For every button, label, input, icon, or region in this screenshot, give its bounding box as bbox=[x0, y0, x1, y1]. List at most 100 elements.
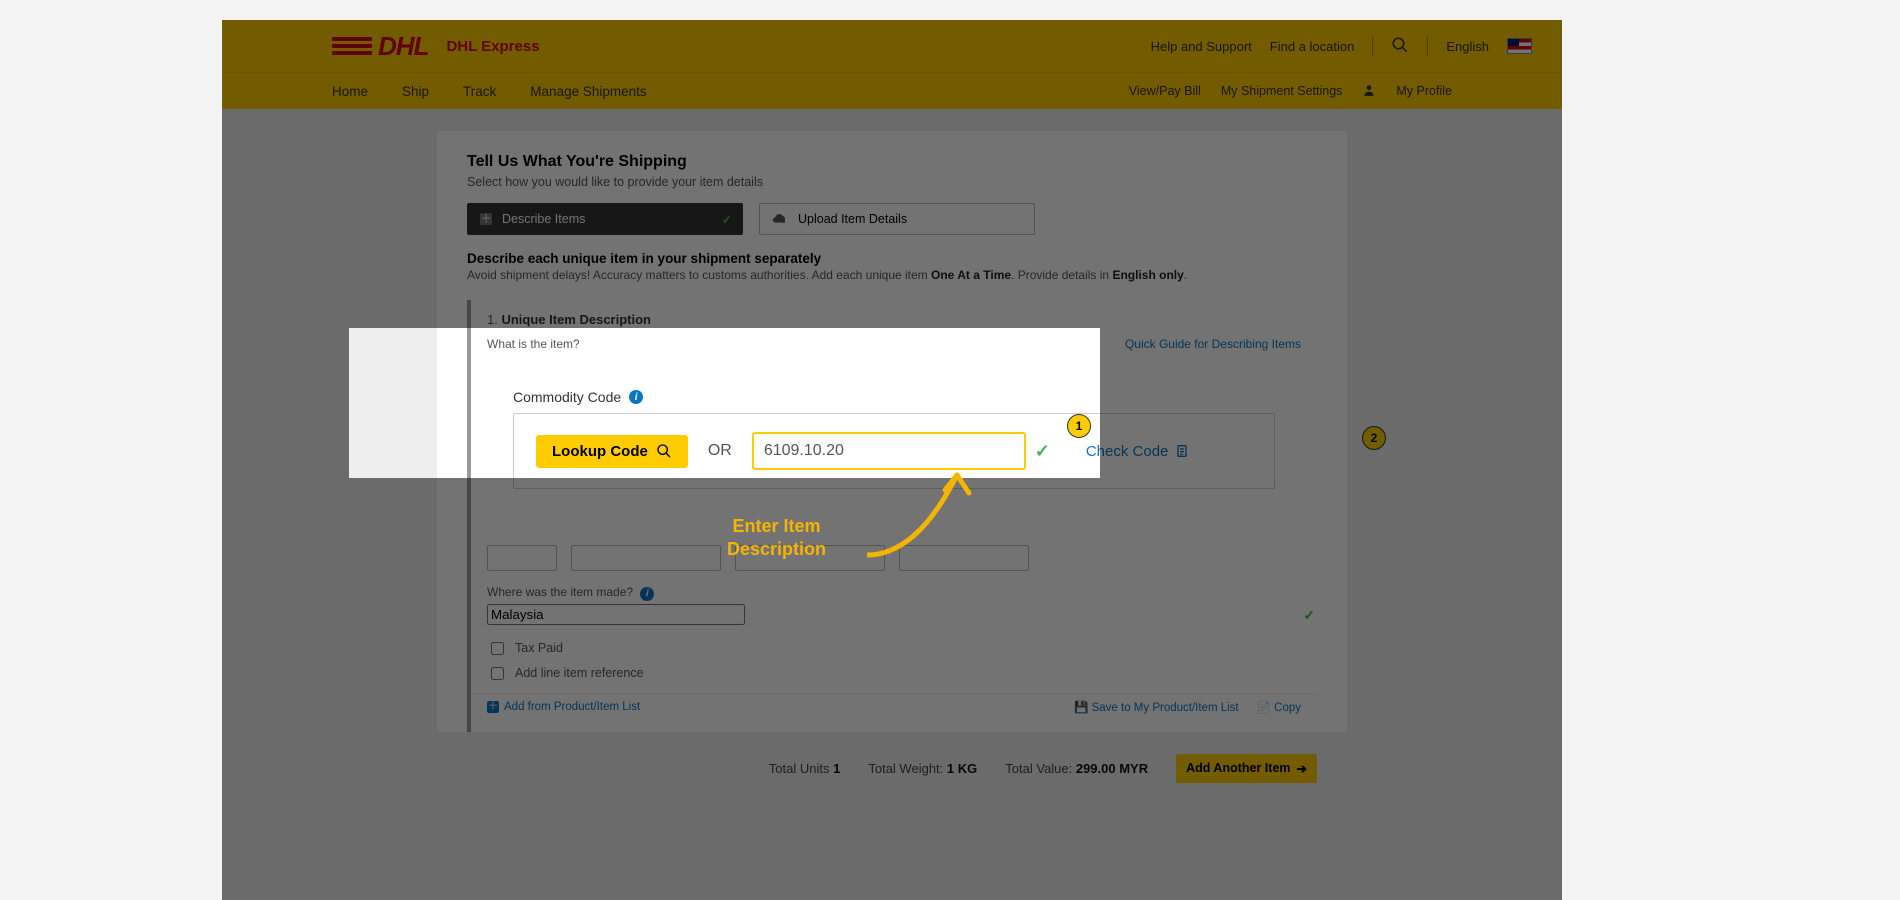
nav-track[interactable]: Track bbox=[463, 84, 496, 99]
nav-settings[interactable]: My Shipment Settings bbox=[1221, 84, 1343, 98]
app-window: DHL DHL Express Help and Support Find a … bbox=[222, 20, 1562, 900]
plus-icon: ＋ bbox=[480, 213, 492, 225]
plus-icon: ＋ bbox=[487, 701, 499, 713]
language-label[interactable]: English bbox=[1446, 39, 1489, 54]
lower-fields bbox=[487, 545, 1301, 571]
line-ref-label: Add line item reference bbox=[515, 666, 644, 680]
nav-manage[interactable]: Manage Shipments bbox=[530, 84, 646, 99]
tax-paid-checkbox[interactable] bbox=[491, 642, 504, 655]
main-nav: Home Ship Track Manage Shipments View/Pa… bbox=[222, 72, 1562, 109]
what-row: What is the item? Quick Guide for Descri… bbox=[487, 337, 1301, 351]
item-section: 1. Unique Item Description What is the i… bbox=[467, 300, 1317, 732]
add-another-item-button[interactable]: Add Another Item ➔ bbox=[1176, 754, 1317, 783]
page-heading: Tell Us What You're Shipping bbox=[467, 153, 1317, 171]
callout-badge-1: 1 bbox=[1067, 414, 1091, 438]
clipboard-icon bbox=[1174, 443, 1190, 459]
quick-guide-link[interactable]: Quick Guide for Describing Items bbox=[1125, 337, 1301, 351]
check-icon: ✓ bbox=[1303, 607, 1315, 624]
nav-profile[interactable]: My Profile bbox=[1396, 84, 1452, 98]
commodity-code-input[interactable] bbox=[752, 432, 1026, 470]
qty-input[interactable] bbox=[487, 545, 557, 571]
what-label: What is the item? bbox=[487, 337, 580, 351]
tab-describe[interactable]: ＋ Describe Items bbox=[467, 203, 743, 235]
total-value: Total Value: 299.00 MYR bbox=[1005, 761, 1148, 776]
checkboxes: Tax Paid Add line item reference bbox=[487, 639, 1301, 683]
cloud-upload-icon bbox=[772, 210, 788, 229]
copy-link[interactable]: 📄 Copy bbox=[1257, 700, 1301, 714]
tv-lab: Total Value: bbox=[1005, 761, 1072, 776]
lookup-label: Lookup Code bbox=[552, 443, 648, 460]
units-input[interactable] bbox=[571, 545, 721, 571]
brand-subtitle: DHL Express bbox=[446, 38, 539, 55]
origin-label-text: Where was the item made? bbox=[487, 585, 633, 599]
separator bbox=[1427, 36, 1428, 56]
tu-lab: Total Units bbox=[769, 761, 830, 776]
origin-input[interactable] bbox=[487, 604, 745, 625]
section-footer: ＋ Add from Product/Item List 💾 Save to My… bbox=[471, 693, 1317, 724]
mode-tabs: ＋ Describe Items Upload Item Details bbox=[467, 203, 1317, 235]
tax-paid-row[interactable]: Tax Paid bbox=[487, 639, 1301, 658]
origin-label: Where was the item made? i bbox=[487, 585, 1301, 601]
line-ref-row[interactable]: Add line item reference bbox=[487, 664, 1301, 683]
nav-home[interactable]: Home bbox=[332, 84, 368, 99]
note-part: . bbox=[1184, 268, 1187, 282]
section-number: 1. bbox=[487, 312, 498, 327]
instruction-note: Avoid shipment delays! Accuracy matters … bbox=[467, 268, 1317, 282]
field-qty bbox=[487, 545, 557, 571]
tu-val: 1 bbox=[833, 761, 840, 776]
search-icon bbox=[656, 443, 672, 459]
search-icon[interactable] bbox=[1391, 36, 1409, 57]
note-bold: English only bbox=[1112, 268, 1183, 282]
page-subheading: Select how you would like to provide you… bbox=[467, 175, 1317, 189]
info-icon[interactable]: i bbox=[629, 390, 643, 404]
cc-input-wrap: ✓ bbox=[752, 432, 1026, 470]
tab-upload[interactable]: Upload Item Details bbox=[759, 203, 1035, 235]
add-another-label: Add Another Item bbox=[1186, 761, 1290, 775]
topbar-right: Help and Support Find a location English bbox=[1151, 36, 1532, 57]
note-bold: One At a Time bbox=[931, 268, 1011, 282]
commodity-code-box: Lookup Code OR ✓ Check Code bbox=[513, 413, 1275, 489]
help-link[interactable]: Help and Support bbox=[1151, 39, 1252, 54]
callout-badge-2: 2 bbox=[1362, 426, 1386, 450]
save-label: Save to My Product/Item List bbox=[1092, 702, 1239, 714]
tab-upload-label: Upload Item Details bbox=[798, 212, 907, 226]
tw-val: 1 KG bbox=[947, 761, 977, 776]
value-input[interactable] bbox=[735, 545, 885, 571]
footer-right: 💾 Save to My Product/Item List 📄 Copy bbox=[1074, 700, 1301, 714]
section-title-text: Unique Item Description bbox=[501, 312, 651, 327]
tab-describe-label: Describe Items bbox=[502, 212, 585, 226]
field-units bbox=[571, 545, 721, 571]
check-code-link[interactable]: Check Code bbox=[1086, 443, 1191, 460]
instruction-title: Describe each unique item in your shipme… bbox=[467, 251, 1317, 266]
totals-bar: Total Units 1 Total Weight: 1 KG Total V… bbox=[437, 742, 1347, 783]
tax-paid-label: Tax Paid bbox=[515, 641, 563, 655]
flag-icon[interactable] bbox=[1507, 38, 1532, 54]
topbar: DHL DHL Express Help and Support Find a … bbox=[222, 20, 1562, 72]
tv-val: 299.00 MYR bbox=[1076, 761, 1148, 776]
weight-input[interactable] bbox=[899, 545, 1029, 571]
logo-text: DHL bbox=[378, 31, 428, 62]
add-from-list-link[interactable]: ＋ Add from Product/Item List bbox=[487, 701, 640, 713]
check-icon: ✓ bbox=[1035, 441, 1050, 462]
save-to-list-link[interactable]: 💾 Save to My Product/Item List bbox=[1074, 700, 1239, 714]
total-weight: Total Weight: 1 KG bbox=[868, 761, 977, 776]
info-icon[interactable]: i bbox=[640, 587, 654, 601]
logo-stripes-icon bbox=[332, 37, 372, 55]
lookup-code-button[interactable]: Lookup Code bbox=[536, 435, 688, 468]
line-ref-checkbox[interactable] bbox=[491, 667, 504, 680]
nav-ship[interactable]: Ship bbox=[402, 84, 429, 99]
user-icon bbox=[1362, 83, 1376, 100]
shipping-card: Tell Us What You're Shipping Select how … bbox=[437, 131, 1347, 732]
or-separator: OR bbox=[708, 442, 732, 460]
nav-viewpay[interactable]: View/Pay Bill bbox=[1129, 84, 1201, 98]
add-from-list-label: Add from Product/Item List bbox=[504, 701, 640, 713]
tw-lab: Total Weight: bbox=[868, 761, 943, 776]
origin-wrap: Where was the item made? i ✓ bbox=[487, 585, 1301, 625]
section-title: 1. Unique Item Description bbox=[487, 312, 1301, 327]
field-value bbox=[735, 545, 885, 571]
copy-label: Copy bbox=[1274, 702, 1301, 714]
note-part: . Provide details in bbox=[1011, 268, 1112, 282]
total-units: Total Units 1 bbox=[769, 761, 841, 776]
find-location-link[interactable]: Find a location bbox=[1270, 39, 1355, 54]
commodity-code-panel: Commodity Code i Lookup Code OR ✓ bbox=[485, 361, 1303, 535]
